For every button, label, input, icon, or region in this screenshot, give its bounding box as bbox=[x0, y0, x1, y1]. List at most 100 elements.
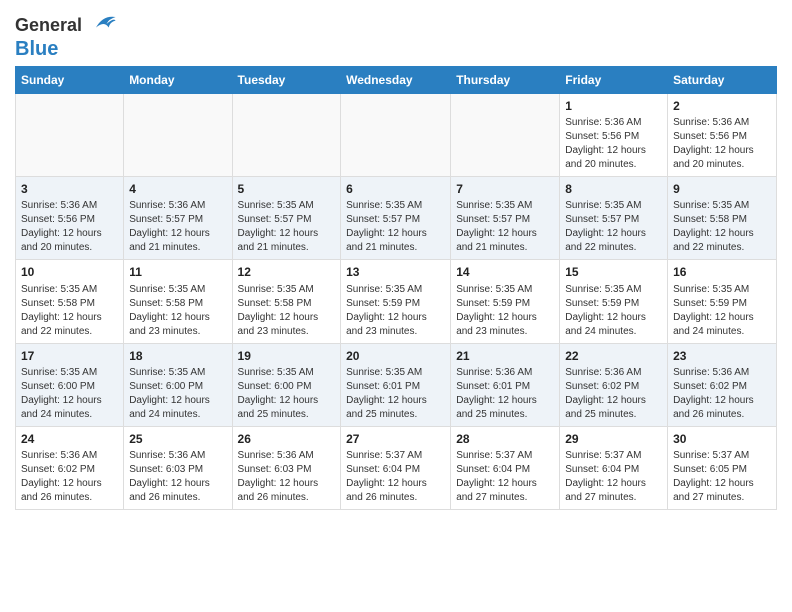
logo-general: General bbox=[15, 15, 82, 35]
day-info: Sunrise: 5:36 AM Sunset: 6:03 PM Dayligh… bbox=[238, 449, 336, 505]
day-number: 19 bbox=[238, 348, 336, 364]
day-info: Sunrise: 5:36 AM Sunset: 5:56 PM Dayligh… bbox=[21, 199, 118, 255]
calendar-header-monday: Monday bbox=[124, 67, 232, 94]
calendar-header-wednesday: Wednesday bbox=[341, 67, 451, 94]
day-info: Sunrise: 5:35 AM Sunset: 6:00 PM Dayligh… bbox=[238, 366, 336, 422]
day-number: 2 bbox=[673, 98, 771, 114]
day-number: 28 bbox=[456, 431, 554, 447]
calendar-cell: 5 Sunrise: 5:35 AM Sunset: 5:57 PM Daylig… bbox=[232, 177, 341, 260]
day-info: Sunrise: 5:35 AM Sunset: 5:59 PM Dayligh… bbox=[456, 283, 554, 339]
day-info: Sunrise: 5:35 AM Sunset: 5:57 PM Dayligh… bbox=[565, 199, 662, 255]
calendar-cell: 28 Sunrise: 5:37 AM Sunset: 6:04 PM Dayli… bbox=[451, 426, 560, 509]
day-info: Sunrise: 5:37 AM Sunset: 6:05 PM Dayligh… bbox=[673, 449, 771, 505]
calendar-cell: 24 Sunrise: 5:36 AM Sunset: 6:02 PM Dayli… bbox=[16, 426, 124, 509]
day-number: 9 bbox=[673, 181, 771, 197]
day-number: 25 bbox=[129, 431, 226, 447]
day-number: 12 bbox=[238, 264, 336, 280]
calendar-cell: 22 Sunrise: 5:36 AM Sunset: 6:02 PM Dayli… bbox=[560, 343, 668, 426]
day-info: Sunrise: 5:37 AM Sunset: 6:04 PM Dayligh… bbox=[565, 449, 662, 505]
calendar-header-row: SundayMondayTuesdayWednesdayThursdayFrid… bbox=[16, 67, 777, 94]
calendar-week-row: 10 Sunrise: 5:35 AM Sunset: 5:58 PM Dayli… bbox=[16, 260, 777, 343]
calendar-cell bbox=[341, 94, 451, 177]
day-number: 1 bbox=[565, 98, 662, 114]
calendar-week-row: 3 Sunrise: 5:36 AM Sunset: 5:56 PM Daylig… bbox=[16, 177, 777, 260]
day-number: 27 bbox=[346, 431, 445, 447]
calendar-header-sunday: Sunday bbox=[16, 67, 124, 94]
day-info: Sunrise: 5:36 AM Sunset: 6:02 PM Dayligh… bbox=[21, 449, 118, 505]
day-info: Sunrise: 5:35 AM Sunset: 5:59 PM Dayligh… bbox=[346, 283, 445, 339]
calendar-cell: 9 Sunrise: 5:35 AM Sunset: 5:58 PM Daylig… bbox=[668, 177, 777, 260]
calendar-cell: 30 Sunrise: 5:37 AM Sunset: 6:05 PM Dayli… bbox=[668, 426, 777, 509]
day-info: Sunrise: 5:37 AM Sunset: 6:04 PM Dayligh… bbox=[346, 449, 445, 505]
day-number: 21 bbox=[456, 348, 554, 364]
calendar-cell bbox=[124, 94, 232, 177]
day-info: Sunrise: 5:35 AM Sunset: 6:00 PM Dayligh… bbox=[21, 366, 118, 422]
calendar-cell: 14 Sunrise: 5:35 AM Sunset: 5:59 PM Dayli… bbox=[451, 260, 560, 343]
day-info: Sunrise: 5:35 AM Sunset: 6:01 PM Dayligh… bbox=[346, 366, 445, 422]
logo-bird-icon bbox=[89, 10, 117, 38]
calendar-cell: 27 Sunrise: 5:37 AM Sunset: 6:04 PM Dayli… bbox=[341, 426, 451, 509]
day-info: Sunrise: 5:35 AM Sunset: 5:58 PM Dayligh… bbox=[673, 199, 771, 255]
day-info: Sunrise: 5:35 AM Sunset: 5:57 PM Dayligh… bbox=[456, 199, 554, 255]
calendar-cell bbox=[451, 94, 560, 177]
day-number: 22 bbox=[565, 348, 662, 364]
calendar-cell: 26 Sunrise: 5:36 AM Sunset: 6:03 PM Dayli… bbox=[232, 426, 341, 509]
day-number: 26 bbox=[238, 431, 336, 447]
day-info: Sunrise: 5:36 AM Sunset: 6:02 PM Dayligh… bbox=[565, 366, 662, 422]
day-number: 10 bbox=[21, 264, 118, 280]
day-number: 4 bbox=[129, 181, 226, 197]
calendar-week-row: 1 Sunrise: 5:36 AM Sunset: 5:56 PM Daylig… bbox=[16, 94, 777, 177]
day-info: Sunrise: 5:36 AM Sunset: 6:03 PM Dayligh… bbox=[129, 449, 226, 505]
day-info: Sunrise: 5:35 AM Sunset: 5:57 PM Dayligh… bbox=[238, 199, 336, 255]
calendar-cell: 13 Sunrise: 5:35 AM Sunset: 5:59 PM Dayli… bbox=[341, 260, 451, 343]
day-number: 3 bbox=[21, 181, 118, 197]
day-number: 5 bbox=[238, 181, 336, 197]
day-number: 17 bbox=[21, 348, 118, 364]
calendar-header-thursday: Thursday bbox=[451, 67, 560, 94]
calendar-cell: 18 Sunrise: 5:35 AM Sunset: 6:00 PM Dayli… bbox=[124, 343, 232, 426]
day-info: Sunrise: 5:35 AM Sunset: 5:59 PM Dayligh… bbox=[673, 283, 771, 339]
calendar-table: SundayMondayTuesdayWednesdayThursdayFrid… bbox=[15, 66, 777, 510]
day-number: 18 bbox=[129, 348, 226, 364]
page-header: General Blue bbox=[15, 10, 777, 60]
calendar-cell: 8 Sunrise: 5:35 AM Sunset: 5:57 PM Daylig… bbox=[560, 177, 668, 260]
day-number: 7 bbox=[456, 181, 554, 197]
calendar-week-row: 24 Sunrise: 5:36 AM Sunset: 6:02 PM Dayli… bbox=[16, 426, 777, 509]
calendar-cell: 21 Sunrise: 5:36 AM Sunset: 6:01 PM Dayli… bbox=[451, 343, 560, 426]
day-number: 13 bbox=[346, 264, 445, 280]
calendar-cell: 6 Sunrise: 5:35 AM Sunset: 5:57 PM Daylig… bbox=[341, 177, 451, 260]
calendar-header-saturday: Saturday bbox=[668, 67, 777, 94]
day-info: Sunrise: 5:36 AM Sunset: 5:56 PM Dayligh… bbox=[673, 116, 771, 172]
day-number: 14 bbox=[456, 264, 554, 280]
day-info: Sunrise: 5:35 AM Sunset: 5:57 PM Dayligh… bbox=[346, 199, 445, 255]
day-number: 29 bbox=[565, 431, 662, 447]
day-info: Sunrise: 5:35 AM Sunset: 5:59 PM Dayligh… bbox=[565, 283, 662, 339]
day-info: Sunrise: 5:36 AM Sunset: 6:01 PM Dayligh… bbox=[456, 366, 554, 422]
calendar-cell: 16 Sunrise: 5:35 AM Sunset: 5:59 PM Dayli… bbox=[668, 260, 777, 343]
day-info: Sunrise: 5:35 AM Sunset: 5:58 PM Dayligh… bbox=[21, 283, 118, 339]
calendar-cell: 11Sunrise: 5:35 AM Sunset: 5:58 PM Dayli… bbox=[124, 260, 232, 343]
day-number: 15 bbox=[565, 264, 662, 280]
calendar-cell: 2 Sunrise: 5:36 AM Sunset: 5:56 PM Daylig… bbox=[668, 94, 777, 177]
day-number: 6 bbox=[346, 181, 445, 197]
calendar-cell: 20 Sunrise: 5:35 AM Sunset: 6:01 PM Dayli… bbox=[341, 343, 451, 426]
day-number: 24 bbox=[21, 431, 118, 447]
calendar-cell: 23 Sunrise: 5:36 AM Sunset: 6:02 PM Dayli… bbox=[668, 343, 777, 426]
day-info: Sunrise: 5:37 AM Sunset: 6:04 PM Dayligh… bbox=[456, 449, 554, 505]
day-info: Sunrise: 5:36 AM Sunset: 6:02 PM Dayligh… bbox=[673, 366, 771, 422]
calendar-cell: 10 Sunrise: 5:35 AM Sunset: 5:58 PM Dayli… bbox=[16, 260, 124, 343]
calendar-cell: 19 Sunrise: 5:35 AM Sunset: 6:00 PM Dayli… bbox=[232, 343, 341, 426]
calendar-cell bbox=[16, 94, 124, 177]
day-number: 30 bbox=[673, 431, 771, 447]
day-number: 16 bbox=[673, 264, 771, 280]
calendar-cell bbox=[232, 94, 341, 177]
calendar-header-tuesday: Tuesday bbox=[232, 67, 341, 94]
day-number: 23 bbox=[673, 348, 771, 364]
day-number: 8 bbox=[565, 181, 662, 197]
calendar-cell: 17 Sunrise: 5:35 AM Sunset: 6:00 PM Dayli… bbox=[16, 343, 124, 426]
calendar-cell: 3 Sunrise: 5:36 AM Sunset: 5:56 PM Daylig… bbox=[16, 177, 124, 260]
calendar-cell: 15 Sunrise: 5:35 AM Sunset: 5:59 PM Dayli… bbox=[560, 260, 668, 343]
day-info: Sunrise: 5:36 AM Sunset: 5:56 PM Dayligh… bbox=[565, 116, 662, 172]
day-number: 20 bbox=[346, 348, 445, 364]
day-info: Sunrise: 5:35 AM Sunset: 6:00 PM Dayligh… bbox=[129, 366, 226, 422]
